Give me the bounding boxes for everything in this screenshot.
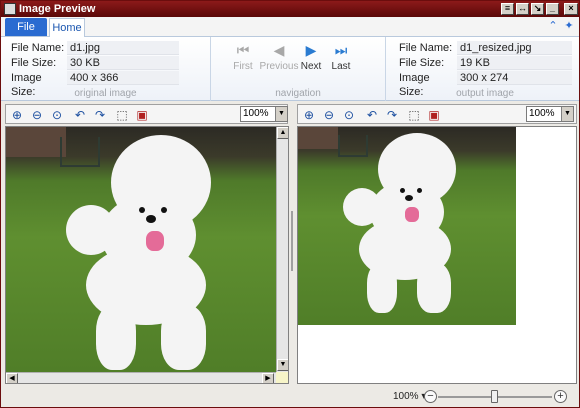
title-bar[interactable]: Image Preview ≡ ↔ ↘ _ × [1,1,579,17]
zoom-in-icon[interactable]: + [554,390,567,403]
rotate-left-icon[interactable]: ↶ [72,107,88,123]
output-zoom-value: 100% [529,108,555,119]
scroll-left-icon[interactable]: ◀ [6,373,18,383]
file-size-label: File Size: [11,57,57,69]
original-horizontal-scrollbar[interactable]: ◀ ▶ [6,372,276,383]
output-image-size-row: Image Size: 300 x 274 [399,71,574,98]
pane-splitter[interactable] [289,211,295,271]
app-icon [4,3,16,15]
file-name-label: File Name: [11,42,65,54]
first-icon: ⏮ [236,42,250,58]
zoom-fit-icon[interactable]: ⊙ [49,107,65,123]
minimize-icon[interactable]: _ [546,3,559,15]
output-zoom-select[interactable]: 100% ▼ [526,106,574,122]
tab-file[interactable]: File [5,18,47,36]
dog-figure [343,133,483,318]
previous-icon: ◀ [273,42,285,58]
original-image-size-row: Image Size: 400 x 366 [11,71,181,98]
rotate-right-icon[interactable]: ↷ [384,107,400,123]
pin-icon[interactable]: ✦ [563,20,575,32]
output-image-caption: output image [456,88,514,99]
original-dog-photo [6,127,276,372]
output-image-toolbar: ⊕ ⊖ ⊙ ↶ ↷ ⬚ ▣ 100% ▼ [297,104,577,124]
scroll-up-icon[interactable]: ▲ [277,127,288,139]
zoom-in-icon[interactable]: ⊕ [9,107,25,123]
background-tent [6,127,66,157]
navigation-group: ⏮ First ◀ Previous ▶ Next ⏭ Last navigat… [211,37,386,101]
zoom-out-icon[interactable]: ⊖ [29,107,45,123]
output-image-size-value: 300 x 274 [457,71,572,85]
zoom-slider-thumb[interactable] [491,390,498,403]
selection-icon[interactable]: ⬚ [114,107,130,123]
selection-icon[interactable]: ⬚ [406,107,422,123]
zoom-fit-icon[interactable]: ⊙ [341,107,357,123]
output-dog-photo [298,127,516,325]
window-restore-size-icon[interactable]: ↔ [516,3,529,15]
original-file-name-row: File Name: d1.jpg [11,41,181,55]
output-image-pane[interactable] [297,126,577,384]
status-zoom-value[interactable]: 100% ▾ [393,391,426,402]
crop-icon[interactable]: ▣ [134,107,150,123]
status-bar: 100% ▾ − + [1,387,579,407]
original-zoom-select[interactable]: 100% ▼ [240,106,288,122]
original-image-caption: original image [74,88,137,99]
scroll-right-icon[interactable]: ▶ [262,373,274,383]
close-icon[interactable]: × [564,3,578,15]
ribbon: File Name: d1.jpg File Size: 30 KB Image… [1,37,579,101]
collapse-ribbon-icon[interactable]: ⌃ [547,20,559,32]
window-title: Image Preview [19,3,96,15]
original-file-size-value: 30 KB [67,56,179,70]
original-image-group: File Name: d1.jpg File Size: 30 KB Image… [1,37,211,101]
background-tent [298,127,338,149]
output-file-size-value: 19 KB [457,56,572,70]
navigation-caption: navigation [275,88,321,99]
chevron-down-icon[interactable]: ▼ [275,107,287,121]
crop-icon[interactable]: ▣ [426,107,442,123]
original-image-toolbar: ⊕ ⊖ ⊙ ↶ ↷ ⬚ ▣ 100% ▼ [5,104,288,124]
output-file-size-row: File Size: 19 KB [399,56,574,70]
rotate-left-icon[interactable]: ↶ [364,107,380,123]
ribbon-tab-bar: File Home ⌃ ✦ [1,17,579,37]
zoom-out-icon[interactable]: ⊖ [321,107,337,123]
zoom-out-icon[interactable]: − [424,390,437,403]
window-pin-icon[interactable]: ↘ [531,3,544,15]
scroll-down-icon[interactable]: ▼ [277,359,288,371]
output-image-group: File Name: d1_resized.jpg File Size: 19 … [391,37,579,101]
file-size-label: File Size: [399,57,445,69]
rotate-right-icon[interactable]: ↷ [92,107,108,123]
original-vertical-scrollbar[interactable]: ▲ ▼ [276,127,288,372]
scroll-corner [276,372,288,383]
original-file-size-row: File Size: 30 KB [11,56,181,70]
file-name-label: File Name: [399,42,453,54]
original-zoom-value: 100% [243,108,269,119]
output-file-name-row: File Name: d1_resized.jpg [399,41,574,55]
original-image-size-value: 400 x 366 [67,71,179,85]
next-icon: ▶ [305,42,317,58]
output-file-name-value: d1_resized.jpg [457,41,572,55]
last-icon: ⏭ [334,42,348,58]
original-image-pane[interactable]: ▲ ▼ ◀ ▶ [5,126,289,384]
chevron-down-icon[interactable]: ▼ [561,107,573,121]
last-button[interactable]: ⏭ Last [321,43,361,72]
zoom-in-icon[interactable]: ⊕ [301,107,317,123]
tab-home[interactable]: Home [49,18,85,37]
dog-figure [66,135,246,372]
window-settings-icon[interactable]: ≡ [501,3,514,15]
image-preview-window: Image Preview ≡ ↔ ↘ _ × File Home ⌃ ✦ Fi… [0,0,580,408]
last-label: Last [331,61,351,72]
original-file-name-value: d1.jpg [67,41,179,55]
